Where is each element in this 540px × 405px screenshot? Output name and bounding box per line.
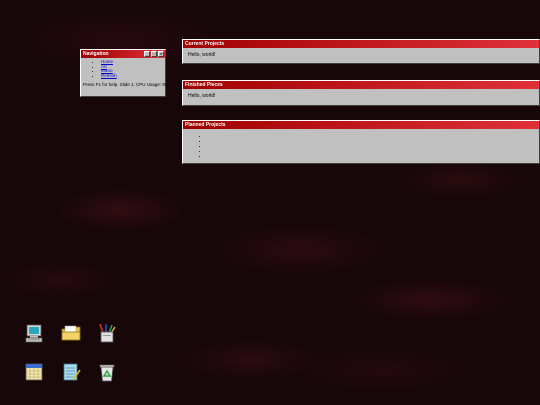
navigation-titlebar[interactable]: Navigation _ □ × bbox=[81, 50, 165, 58]
finished-pieces-body: Hello, world! bbox=[188, 93, 216, 99]
current-projects-title: Current Projects bbox=[185, 41, 225, 47]
computer-icon[interactable] bbox=[24, 323, 44, 343]
planned-projects-window: Planned Projects bbox=[182, 120, 540, 164]
planned-projects-title: Planned Projects bbox=[185, 122, 226, 128]
paint-tools-icon[interactable] bbox=[97, 323, 117, 343]
minimize-button[interactable]: _ bbox=[144, 51, 150, 57]
current-projects-window: Current Projects Hello, world! bbox=[182, 39, 540, 64]
list-item bbox=[208, 154, 539, 159]
navigation-title: Navigation bbox=[83, 51, 109, 57]
navigation-status: Press F1 for help. Slide 1. CPU Usage: 9… bbox=[83, 82, 169, 87]
planned-projects-list bbox=[188, 134, 539, 159]
planned-projects-titlebar[interactable]: Planned Projects bbox=[183, 121, 539, 129]
nav-link-refresh[interactable]: Refresh bbox=[101, 73, 117, 78]
finished-pieces-titlebar[interactable]: Finished Pieces bbox=[183, 81, 539, 89]
notepad-icon[interactable] bbox=[61, 362, 81, 382]
close-button[interactable]: × bbox=[158, 51, 164, 57]
calendar-icon[interactable] bbox=[24, 362, 44, 382]
navigation-window: Navigation _ □ × Home Art Music Refresh … bbox=[80, 49, 169, 97]
maximize-button[interactable]: □ bbox=[151, 51, 157, 57]
current-projects-body: Hello, world! bbox=[188, 52, 216, 58]
current-projects-titlebar[interactable]: Current Projects bbox=[183, 40, 539, 48]
finished-pieces-window: Finished Pieces Hello, world! bbox=[182, 80, 540, 106]
folder-icon[interactable] bbox=[61, 323, 81, 343]
finished-pieces-title: Finished Pieces bbox=[185, 82, 223, 88]
recycle-bin-icon[interactable] bbox=[97, 362, 117, 382]
